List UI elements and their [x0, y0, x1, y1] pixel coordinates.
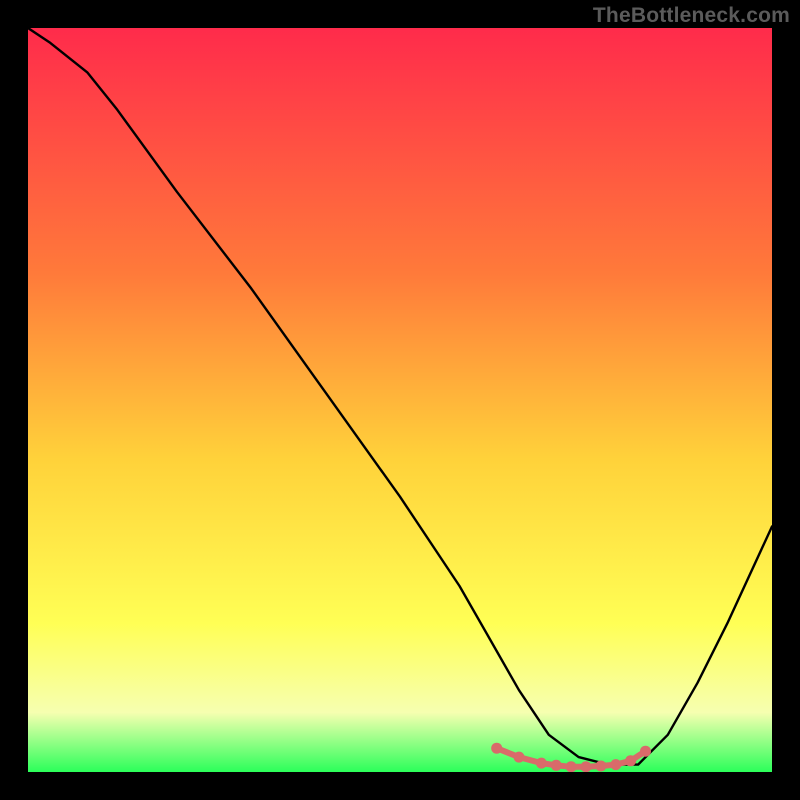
- optimal-marker: [491, 743, 502, 754]
- optimal-marker: [610, 759, 621, 770]
- optimal-marker: [640, 746, 651, 757]
- optimal-marker: [551, 760, 562, 771]
- optimal-marker: [625, 755, 636, 766]
- watermark-text: TheBottleneck.com: [593, 4, 790, 28]
- bottleneck-chart: [28, 28, 772, 772]
- optimal-marker: [566, 761, 577, 772]
- optimal-marker: [536, 758, 547, 769]
- optimal-marker: [514, 752, 525, 763]
- optimal-marker: [595, 761, 606, 772]
- chart-frame: TheBottleneck.com: [0, 0, 800, 800]
- plot-area: [28, 28, 772, 772]
- optimal-marker: [581, 761, 592, 772]
